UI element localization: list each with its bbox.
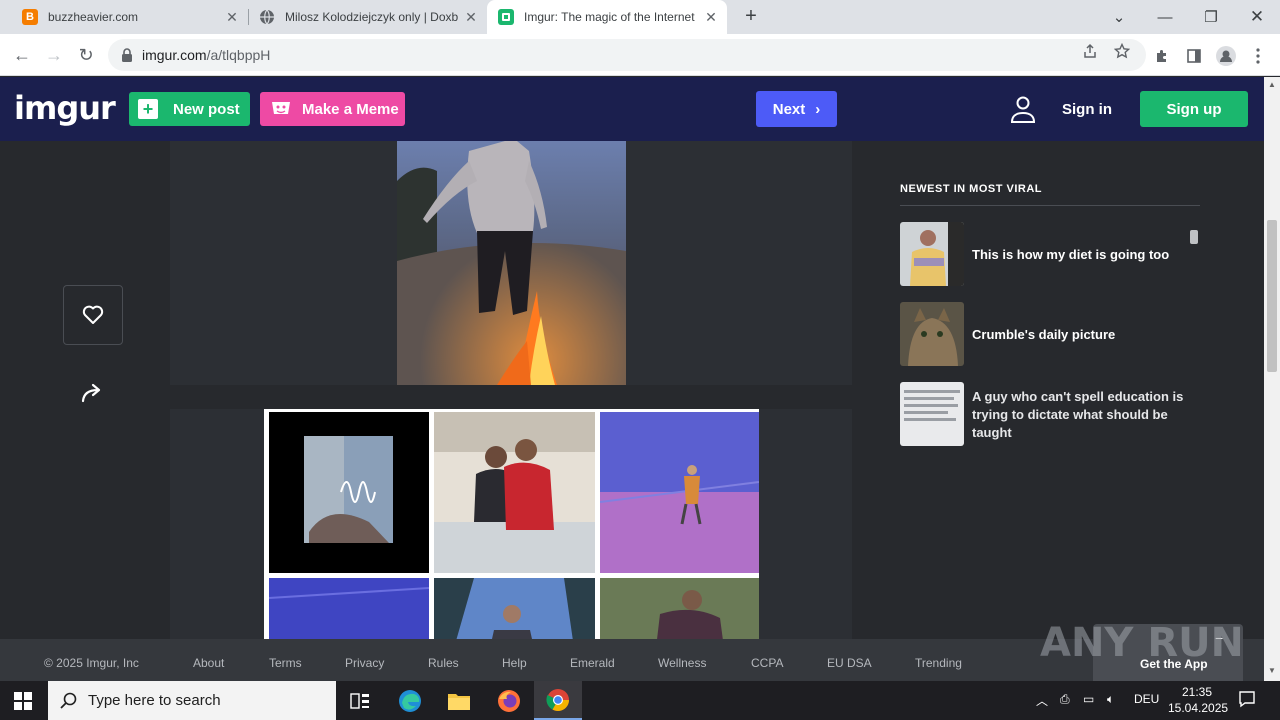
scroll-down-icon[interactable]: ▼ — [1268, 667, 1276, 675]
imgur-icon — [498, 9, 514, 25]
windows-taskbar: Type here to search ︿ ⎙ ▭ 🔈︎ DEU 21:35 1… — [0, 681, 1280, 720]
next-post-button[interactable]: Next › — [756, 91, 837, 127]
page-scrollbar[interactable]: ▲ ▼ — [1264, 77, 1280, 681]
reload-icon[interactable]: ↻ — [74, 43, 98, 67]
close-tab-icon[interactable]: ✕ — [701, 9, 721, 26]
footer-link-help[interactable]: Help — [502, 656, 527, 670]
viral-post-item[interactable]: This is how my diet is going too — [900, 222, 1200, 286]
collage-cell — [434, 412, 595, 573]
divider — [900, 205, 1200, 206]
footer-link-rules[interactable]: Rules — [428, 656, 459, 670]
most-viral-heading: NEWEST IN MOST VIRAL — [900, 183, 1042, 195]
globe-icon — [259, 9, 275, 25]
new-tab-button[interactable]: + — [738, 4, 764, 30]
windows-start-icon[interactable] — [14, 692, 32, 710]
post-thumbnail — [900, 222, 964, 286]
imgur-logo[interactable]: imgur — [14, 89, 116, 127]
anyrun-watermark: ANY RUN — [1040, 620, 1240, 666]
browser-tab-buzzheavier[interactable]: B buzzheavier.com ✕ — [8, 0, 248, 34]
favorite-button[interactable] — [63, 285, 123, 345]
imgur-header: imgur + New post Make a Meme Next › Sign… — [0, 77, 1264, 141]
network-icon[interactable]: ▭ — [1083, 692, 1094, 706]
browser-tab-imgur[interactable]: Imgur: The magic of the Internet ✕ — [487, 0, 727, 34]
profile-avatar-icon[interactable] — [1215, 45, 1237, 67]
menu-kebab-icon[interactable] — [1247, 45, 1269, 67]
sign-up-button[interactable]: Sign up — [1140, 91, 1248, 127]
browser-tab-doxbin[interactable]: Milosz Kolodziejczyk only | Doxb ✕ — [249, 0, 487, 34]
copyright-text: © 2025 Imgur, Inc — [44, 656, 139, 670]
extensions-puzzle-icon[interactable] — [1151, 45, 1173, 67]
footer-link-terms[interactable]: Terms — [269, 656, 302, 670]
task-view-icon[interactable] — [336, 681, 384, 720]
share-arrow-icon[interactable] — [80, 381, 106, 405]
sign-in-link[interactable]: Sign in — [1062, 101, 1112, 118]
scrollbar-thumb[interactable] — [1267, 220, 1277, 372]
taskbar-search-box[interactable]: Type here to search — [48, 681, 336, 720]
footer-link-trending[interactable]: Trending — [915, 656, 962, 670]
post-image-campfire[interactable] — [397, 141, 626, 385]
scroll-up-icon[interactable]: ▲ — [1268, 81, 1276, 89]
share-page-icon[interactable] — [1081, 42, 1099, 60]
close-window-icon[interactable]: ✕ — [1234, 0, 1280, 34]
forward-arrow-icon[interactable]: → — [42, 43, 66, 67]
address-bar[interactable]: imgur.com/a/tlqbppH — [108, 39, 1146, 71]
minimize-icon[interactable]: — — [1142, 0, 1188, 34]
sidebar-scroll-indicator — [1190, 230, 1198, 244]
search-icon — [60, 692, 77, 709]
tray-chevron-up-icon[interactable]: ︿ — [1036, 692, 1048, 709]
restore-icon[interactable]: ❐ — [1188, 0, 1234, 34]
post-thumbnail — [900, 302, 964, 366]
plus-icon: + — [138, 99, 158, 119]
taskbar-clock[interactable]: 21:35 15.04.2025 — [1168, 684, 1228, 716]
footer-link-emerald[interactable]: Emerald — [570, 656, 615, 670]
footer-link-ccpa[interactable]: CCPA — [751, 656, 783, 670]
back-arrow-icon[interactable]: ← — [10, 43, 34, 67]
close-tab-icon[interactable]: ✕ — [222, 9, 242, 26]
notifications-icon[interactable] — [1238, 690, 1256, 711]
post-image-collage[interactable] — [264, 409, 759, 639]
blogger-icon: B — [22, 9, 38, 25]
lock-icon — [120, 48, 134, 62]
input-language[interactable]: DEU — [1134, 692, 1159, 706]
footer-link-eu-dsa[interactable]: EU DSA — [827, 656, 872, 670]
browser-toolbar: ← → ↻ imgur.com/a/tlqbppH — [0, 34, 1280, 76]
chrome-icon[interactable] — [534, 681, 582, 720]
browser-tab-bar: B buzzheavier.com ✕ Milosz Kolodziejczyk… — [0, 0, 1280, 34]
collage-cell — [600, 578, 759, 639]
tab-search-chevron-icon[interactable]: ⌄ — [1096, 0, 1142, 34]
new-post-button[interactable]: + New post — [129, 92, 250, 126]
url-text: imgur.com/a/tlqbppH — [142, 47, 271, 63]
post-thumbnail — [900, 382, 964, 446]
viral-post-item[interactable]: Crumble's daily picture — [900, 302, 1200, 366]
tray-device-icon[interactable]: ⎙ — [1060, 692, 1070, 707]
footer-link-privacy[interactable]: Privacy — [345, 656, 384, 670]
volume-icon[interactable]: 🔈︎ — [1107, 692, 1114, 707]
firefox-icon[interactable] — [485, 681, 533, 720]
post-media-gap — [170, 385, 852, 409]
collage-cell — [434, 578, 595, 639]
svg-text:ANY RUN: ANY RUN — [1040, 620, 1240, 666]
meme-face-icon — [272, 102, 290, 114]
bookmark-star-icon[interactable] — [1113, 42, 1131, 60]
file-explorer-icon[interactable] — [435, 681, 483, 720]
footer-link-wellness[interactable]: Wellness — [658, 656, 706, 670]
make-meme-button[interactable]: Make a Meme — [260, 92, 405, 126]
collage-cell — [269, 412, 429, 573]
viral-post-item[interactable]: A guy who can't spell education is tryin… — [900, 382, 1200, 446]
heart-icon — [82, 305, 104, 324]
side-panel-icon[interactable] — [1183, 45, 1205, 67]
collage-cell — [600, 412, 759, 573]
user-account-icon[interactable] — [1010, 96, 1036, 124]
edge-browser-icon[interactable] — [386, 681, 434, 720]
chevron-right-icon: › — [815, 100, 821, 118]
close-tab-icon[interactable]: ✕ — [461, 9, 481, 26]
footer-link-about[interactable]: About — [193, 656, 224, 670]
collage-cell — [269, 578, 429, 639]
